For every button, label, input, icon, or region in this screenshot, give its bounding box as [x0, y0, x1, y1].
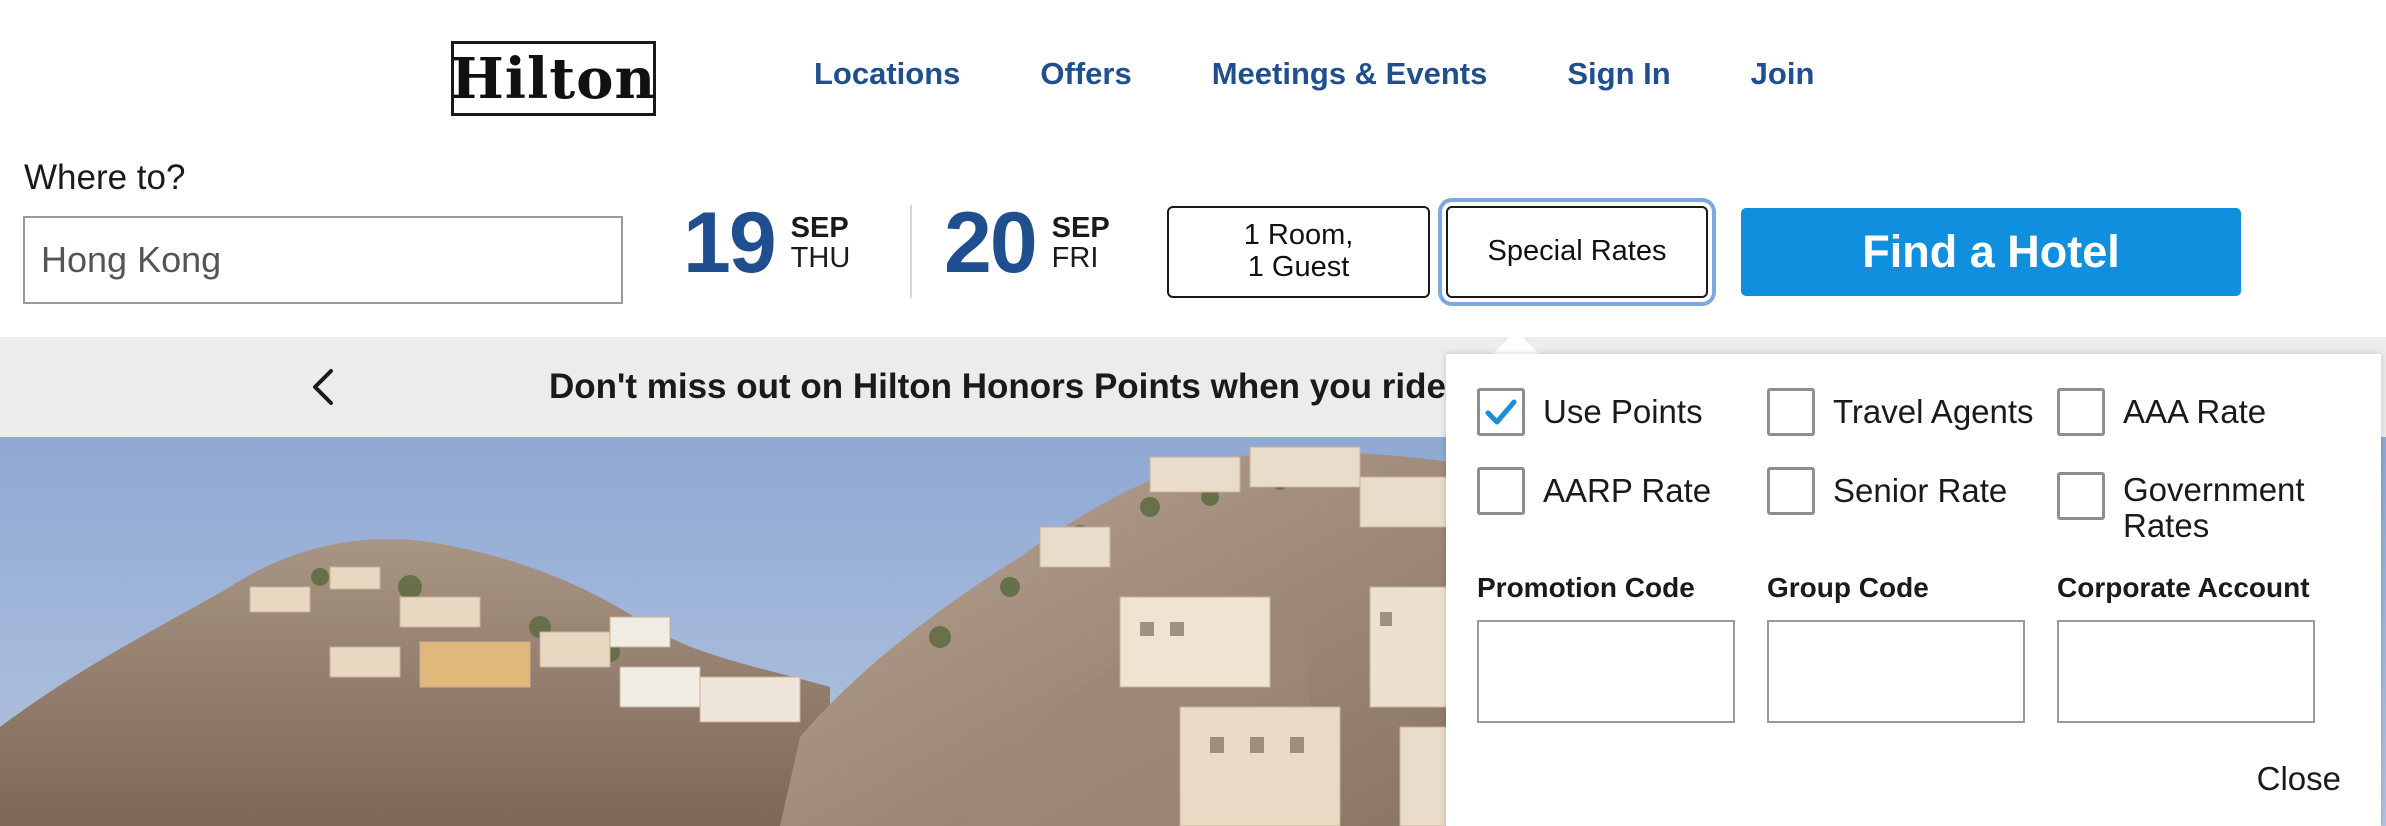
checkin-weekday: THU [790, 242, 851, 274]
travel-agents-label: Travel Agents [1833, 393, 2034, 430]
checkin-day: 19 [683, 195, 777, 291]
group-code-label: Group Code [1767, 572, 1929, 603]
travel-agents-checkbox[interactable] [1767, 388, 1815, 436]
checkout-month: SEP [1051, 211, 1110, 244]
option-travel-agents[interactable]: Travel Agents [1767, 388, 2034, 436]
nav-meetings-events[interactable]: Meetings & Events [1212, 56, 1488, 92]
guests-label: 1 Guest [1247, 251, 1350, 283]
aaa-rate-checkbox[interactable] [2057, 388, 2105, 436]
special-rates-panel: Use Points Travel Agents AAA Rate AARP R… [1446, 354, 2381, 826]
checkout-weekday: FRI [1051, 242, 1099, 274]
checkin-month: SEP [790, 211, 849, 244]
use-points-checkbox[interactable] [1477, 388, 1525, 436]
aaa-rate-label: AAA Rate [2123, 393, 2267, 430]
government-rates-label: Government Rates [2123, 471, 2305, 544]
group-code-input[interactable] [1767, 620, 2025, 723]
checkout-day: 20 [944, 195, 1038, 291]
close-link[interactable]: Close [2257, 760, 2341, 798]
find-hotel-button[interactable]: Find a Hotel [1741, 208, 2241, 296]
promo-banner-text[interactable]: Don't miss out on Hilton Honors Points w… [549, 367, 1493, 407]
senior-rate-checkbox[interactable] [1767, 467, 1815, 515]
promotion-code-input[interactable] [1477, 620, 1735, 723]
aarp-rate-checkbox[interactable] [1477, 467, 1525, 515]
rooms-label: 1 Room, [1243, 219, 1354, 252]
date-divider [910, 205, 912, 298]
option-government-rates[interactable]: Government Rates [2057, 472, 2313, 544]
option-aaa-rate[interactable]: AAA Rate [2057, 388, 2266, 436]
use-points-label: Use Points [1543, 393, 1703, 430]
checkmark-icon [1485, 399, 1517, 425]
corporate-account-input[interactable] [2057, 620, 2315, 723]
nav-offers[interactable]: Offers [1040, 56, 1131, 92]
nav-locations[interactable]: Locations [814, 56, 960, 92]
checkout-date[interactable]: 20 SEP FRI [944, 200, 1110, 286]
aarp-rate-label: AARP Rate [1543, 472, 1712, 509]
chevron-left-icon[interactable] [305, 367, 341, 407]
government-rates-checkbox[interactable] [2057, 472, 2105, 520]
destination-input[interactable] [23, 216, 623, 304]
senior-rate-label: Senior Rate [1833, 472, 2008, 509]
nav-join[interactable]: Join [1751, 56, 1815, 92]
where-to-label: Where to? [24, 158, 186, 197]
special-rates-button[interactable]: Special Rates [1446, 206, 1708, 298]
option-aarp-rate[interactable]: AARP Rate [1477, 467, 1711, 515]
nav-sign-in[interactable]: Sign In [1567, 56, 1670, 92]
option-senior-rate[interactable]: Senior Rate [1767, 467, 2007, 515]
main-nav: Locations Offers Meetings & Events Sign … [814, 56, 1894, 92]
rooms-guests-button[interactable]: 1 Room, 1 Guest [1167, 206, 1430, 298]
corporate-account-label: Corporate Account [2057, 572, 2310, 603]
option-use-points[interactable]: Use Points [1477, 388, 1703, 436]
checkin-date[interactable]: 19 SEP THU [683, 200, 850, 286]
hilton-logo[interactable]: Hilton [451, 41, 656, 116]
promotion-code-label: Promotion Code [1477, 572, 1695, 603]
